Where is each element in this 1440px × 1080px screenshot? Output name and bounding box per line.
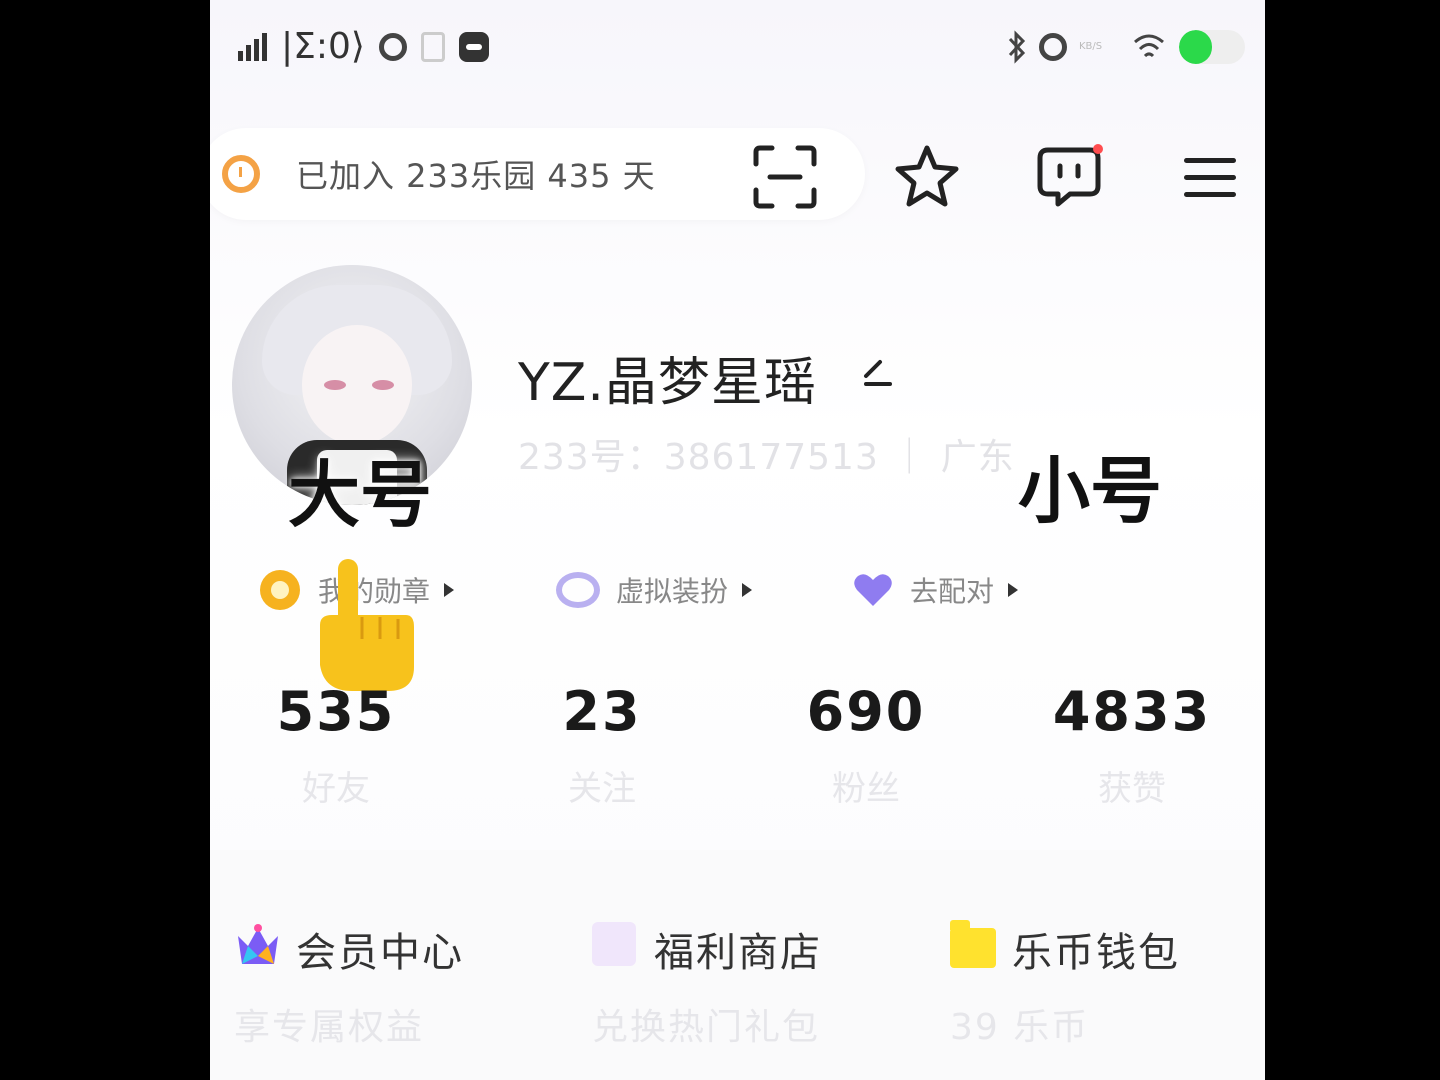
overlay-label-main: 大号	[288, 453, 433, 537]
join-days-text: 已加入 233乐园 435 天	[296, 157, 656, 195]
stat-likes[interactable]: 4833 获赞	[1022, 680, 1242, 810]
wifi-icon	[1134, 34, 1164, 58]
stat-fans-label: 粉丝	[832, 769, 900, 809]
phone-screen: |Σ:0⟩ KB/S 已加入 233乐园 435 天 YZ.晶梦星瑶 233号：…	[210, 0, 1265, 1080]
stat-following-value: 23	[562, 680, 642, 743]
menu-icon[interactable]	[1184, 146, 1254, 216]
stat-fans-value: 690	[806, 680, 926, 743]
star-icon[interactable]	[892, 142, 962, 212]
pointing-hand-icon	[320, 559, 414, 691]
stat-following[interactable]: 23 关注	[492, 680, 712, 810]
card-vip-title: 会员中心	[296, 930, 464, 976]
status-bar-left: |Σ:0⟩	[238, 26, 489, 67]
alarm-clock-icon	[222, 155, 260, 193]
stat-friends-label: 好友	[302, 769, 370, 809]
stat-following-label: 关注	[568, 769, 636, 809]
bluetooth-icon	[1008, 30, 1026, 64]
app-notification-icon	[378, 32, 407, 61]
stat-friends[interactable]: 535 好友	[226, 680, 446, 810]
account-info: 233号：386177513 ｜ 广东	[518, 437, 1015, 478]
network-speed: KB/S	[1079, 41, 1103, 52]
signal-icon	[238, 32, 267, 61]
arrow-right-icon	[444, 583, 455, 597]
stat-likes-label: 获赞	[1098, 769, 1166, 809]
scan-icon[interactable]	[750, 142, 820, 212]
chip-dressup-label: 虚拟装扮	[616, 575, 729, 608]
chip-pairing-label: 去配对	[910, 575, 995, 608]
chip-pairing[interactable]: 去配对	[852, 560, 1019, 620]
notification-icon	[420, 31, 445, 62]
status-text: |Σ:0⟩	[281, 26, 365, 67]
overlay-label-alt: 小号	[1018, 449, 1163, 533]
battery-indicator	[1179, 30, 1245, 64]
card-wallet-title: 乐币钱包	[1012, 930, 1180, 976]
card-shop-subtitle: 兑换热门礼包	[592, 1007, 821, 1048]
message-icon[interactable]	[1034, 142, 1104, 212]
card-shop-title: 福利商店	[654, 930, 822, 976]
stat-likes-value: 4833	[1052, 680, 1212, 743]
status-bar-right: KB/S	[1007, 30, 1245, 64]
notification-app-icon	[458, 31, 489, 62]
arrow-right-icon	[1008, 583, 1019, 597]
wallet-icon	[950, 920, 996, 968]
heart-icon	[854, 574, 892, 606]
chip-avatar-dressup[interactable]: 虚拟装扮	[556, 560, 753, 620]
stat-friends-value: 535	[276, 680, 396, 743]
arrow-right-icon	[742, 583, 753, 597]
battery-fill	[1179, 30, 1212, 64]
stat-fans[interactable]: 690 粉丝	[756, 680, 976, 810]
card-wallet[interactable]: 乐币钱包 39 乐币	[950, 880, 1265, 1080]
edit-icon[interactable]	[862, 356, 894, 388]
username: YZ.晶梦星瑶	[518, 353, 817, 413]
gift-icon	[592, 922, 636, 966]
card-vip-subtitle: 享专属权益	[234, 1007, 425, 1048]
crown-icon	[238, 924, 278, 964]
card-vip-center[interactable]: 会员中心 享专属权益	[234, 880, 554, 1080]
mask-icon	[556, 572, 600, 608]
card-welfare-shop[interactable]: 福利商店 兑换热门礼包	[592, 880, 912, 1080]
medal-icon	[260, 570, 300, 610]
card-wallet-subtitle: 39 乐币	[950, 1007, 1090, 1048]
app-status-icon	[1039, 33, 1067, 61]
notification-dot	[1093, 144, 1103, 154]
